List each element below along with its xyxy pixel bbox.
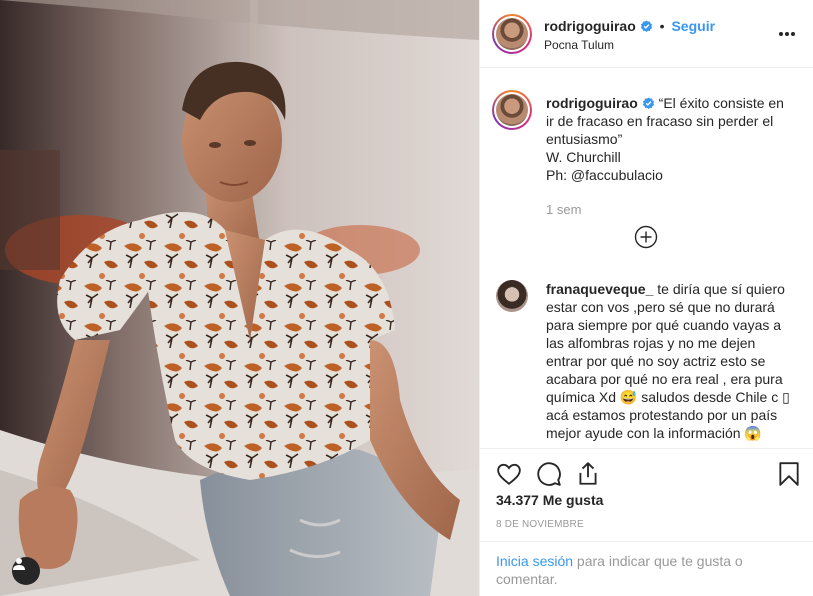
post-location[interactable]: Pocna Tulum [544,38,614,52]
caption-author: W. Churchill [546,149,621,165]
caption-time[interactable]: 1 sem [546,202,581,217]
tagged-user-button[interactable] [12,557,40,585]
comment-bubble-icon[interactable] [536,461,562,487]
user-icon [13,558,25,570]
post-header: rodrigoguirao • Seguir Pocna Tulum [480,0,813,68]
commenter-username[interactable]: franaqueveque_ [546,281,653,297]
caption-username[interactable]: rodrigoguirao [546,95,638,111]
comments-section: rodrigoguirao “El éxito consiste en ir d… [480,68,813,448]
bookmark-icon[interactable] [776,461,802,487]
like-count[interactable]: 34.377 Me gusta [496,492,603,508]
login-prompt: Inicia sesión para indicar que te gusta … [480,541,813,596]
follow-button[interactable]: Seguir [671,18,715,34]
login-link[interactable]: Inicia sesión [496,553,573,569]
author-username[interactable]: rodrigoguirao [544,18,636,34]
post-side-panel: rodrigoguirao • Seguir Pocna Tulum rodri… [479,0,813,596]
share-icon[interactable] [575,461,601,487]
verified-badge-icon [642,97,654,109]
heart-icon[interactable] [496,461,522,487]
caption-photo-credit[interactable]: Ph: @faccubulacio [546,167,663,183]
more-options-icon[interactable] [777,26,797,42]
caption-author-avatar[interactable] [492,90,532,130]
post-actions [480,448,813,496]
load-more-comments-icon[interactable] [634,225,658,249]
photo-illustration [0,0,479,596]
verified-badge-icon [640,20,652,32]
header-separator: • [659,18,665,34]
caption: rodrigoguirao “El éxito consiste en ir d… [546,94,794,184]
comment: franaqueveque_ te diría que sí quiero es… [546,280,794,442]
post-photo[interactable] [0,0,479,596]
author-avatar[interactable] [492,14,532,54]
post-date: 8 DE NOVIEMBRE [496,519,584,530]
comment-body: te diría que sí quiero estar con vos ,pe… [546,281,790,441]
commenter-avatar[interactable] [496,280,528,312]
